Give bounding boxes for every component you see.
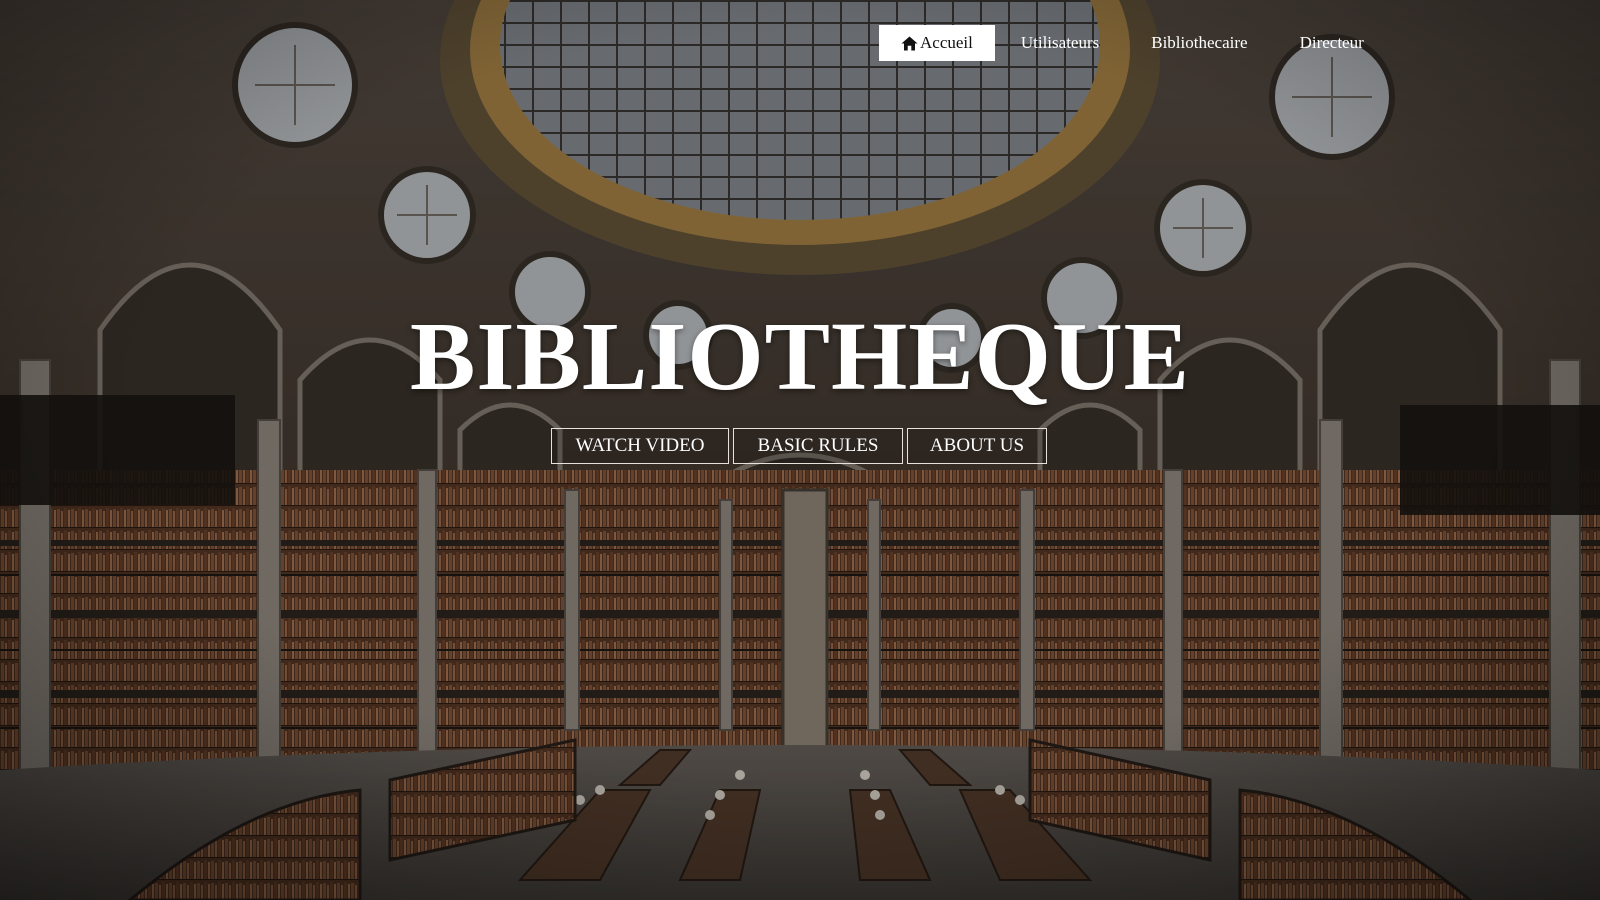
nav-item-label: Utilisateurs bbox=[1020, 33, 1100, 52]
nav-item-directeur[interactable]: Directeur bbox=[1274, 25, 1390, 61]
page-title: BIBLIOTHEQUE bbox=[410, 303, 1190, 411]
nav-item-label: Directeur bbox=[1299, 33, 1364, 52]
nav-item-label: Bibliothecaire bbox=[1151, 33, 1248, 52]
nav-item-accueil[interactable]: Accueil bbox=[879, 25, 995, 61]
nav-item-bibliothecaire[interactable]: Bibliothecaire bbox=[1125, 25, 1273, 61]
watch-video-button[interactable]: WATCH VIDEO bbox=[551, 428, 729, 464]
hero-section: Accueil Utilisateurs Bibliothecaire Dire… bbox=[0, 0, 1600, 900]
nav-item-label: Accueil bbox=[920, 33, 973, 52]
nav-item-utilisateurs[interactable]: Utilisateurs bbox=[995, 25, 1125, 61]
basic-rules-button[interactable]: BASIC RULES bbox=[733, 428, 903, 464]
about-us-button[interactable]: ABOUT US bbox=[907, 428, 1047, 464]
home-icon bbox=[901, 36, 918, 50]
hero-button-group: WATCH VIDEO BASIC RULES ABOUT US bbox=[551, 428, 1047, 464]
main-navigation: Accueil Utilisateurs Bibliothecaire Dire… bbox=[879, 25, 1390, 61]
